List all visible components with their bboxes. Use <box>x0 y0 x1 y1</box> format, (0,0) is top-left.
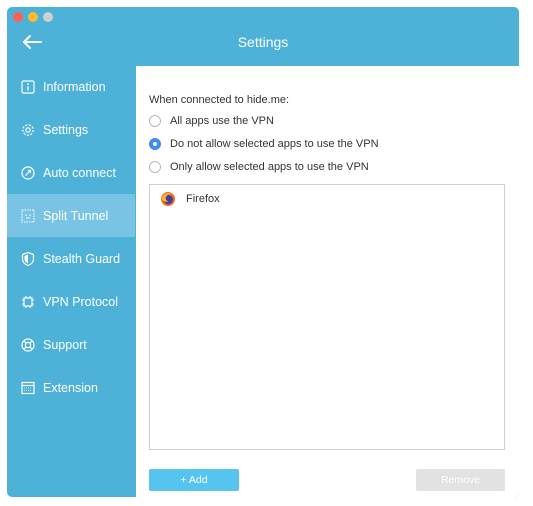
split-tunnel-icon <box>20 208 36 224</box>
sidebar-item-auto-connect[interactable]: Auto connect <box>7 151 135 194</box>
radio-option-exclude-selected[interactable]: Do not allow selected apps to use the VP… <box>149 138 379 150</box>
sidebar-item-settings[interactable]: Settings <box>7 108 135 151</box>
zoom-window-button[interactable] <box>43 12 53 22</box>
sidebar-item-extension[interactable]: Extension <box>7 366 135 409</box>
sidebar-item-label: Split Tunnel <box>43 208 109 223</box>
shield-icon <box>20 251 36 267</box>
sidebar-item-support[interactable]: Support <box>7 323 135 366</box>
window-title: Settings <box>237 34 289 50</box>
radio-label: Only allow selected apps to use the VPN <box>170 161 369 173</box>
add-app-button[interactable]: + Add <box>149 469 239 491</box>
gear-icon <box>20 122 36 138</box>
info-icon <box>20 79 36 95</box>
sidebar-item-split-tunnel[interactable]: Split Tunnel <box>7 194 135 237</box>
split-tunnel-panel: When connected to hide.me: All apps use … <box>136 66 519 497</box>
sidebar: Information Settings Auto connect Split … <box>7 65 135 497</box>
app-window: Settings Information Settings Auto conne… <box>7 7 519 497</box>
radio-button[interactable] <box>149 161 161 173</box>
list-item[interactable]: Firefox <box>150 185 504 213</box>
close-window-button[interactable] <box>13 12 23 22</box>
radio-option-all-apps[interactable]: All apps use the VPN <box>149 115 274 127</box>
app-list[interactable]: Firefox <box>149 184 505 450</box>
sidebar-item-label: Support <box>43 337 87 352</box>
app-name: Firefox <box>186 193 220 205</box>
radio-label: Do not allow selected apps to use the VP… <box>170 138 379 150</box>
remove-app-button[interactable]: Remove <box>416 469 505 491</box>
sidebar-item-label: Auto connect <box>43 165 116 180</box>
window-controls <box>13 12 53 22</box>
sidebar-item-label: Extension <box>43 380 98 395</box>
split-tunnel-prompt: When connected to hide.me: <box>149 94 290 106</box>
sidebar-item-label: VPN Protocol <box>43 294 119 309</box>
sidebar-item-label: Information <box>43 79 106 94</box>
firefox-icon <box>160 191 176 207</box>
radio-button[interactable] <box>149 115 161 127</box>
minimize-window-button[interactable] <box>28 12 38 22</box>
auto-connect-icon <box>20 165 36 181</box>
radio-button[interactable] <box>149 138 161 150</box>
radio-label: All apps use the VPN <box>170 115 274 127</box>
sidebar-item-label: Settings <box>43 122 89 137</box>
window-icon <box>20 380 36 396</box>
sidebar-item-label: Stealth Guard <box>43 251 121 266</box>
radio-option-only-selected[interactable]: Only allow selected apps to use the VPN <box>149 161 369 173</box>
protocol-icon <box>20 294 36 310</box>
sidebar-item-stealth-guard[interactable]: Stealth Guard <box>7 237 135 280</box>
lifebuoy-icon <box>20 337 36 353</box>
sidebar-item-information[interactable]: Information <box>7 65 135 108</box>
sidebar-item-vpn-protocol[interactable]: VPN Protocol <box>7 280 135 323</box>
